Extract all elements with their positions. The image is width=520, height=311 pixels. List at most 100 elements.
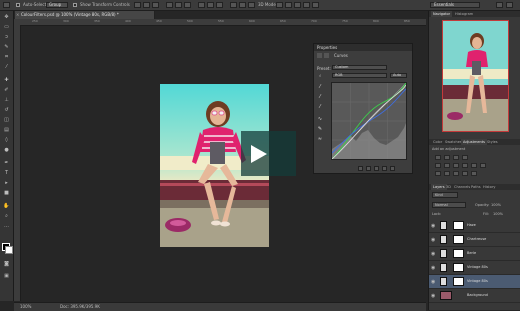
eyedropper-black-icon[interactable]: ⁄ (317, 84, 323, 90)
visibility-icon[interactable] (382, 166, 387, 171)
layer-row[interactable]: ◉ Haze (429, 219, 520, 233)
layer-filter-dropdown[interactable]: Kind (432, 192, 458, 198)
auto-button[interactable]: Auto (390, 73, 407, 78)
auto-align-icon[interactable] (248, 2, 255, 8)
3d-slide-icon[interactable] (303, 2, 310, 8)
search-icon[interactable] (496, 2, 503, 8)
align-bottom-icon[interactable] (152, 2, 159, 8)
vibrance-icon[interactable] (435, 163, 441, 168)
healing-brush-tool-icon[interactable]: ✚ (3, 77, 10, 83)
channel-mixer-icon[interactable] (480, 163, 486, 168)
delete-icon[interactable] (390, 166, 395, 171)
3d-roll-icon[interactable] (285, 2, 292, 8)
auto-select-dropdown[interactable]: Group (46, 2, 68, 8)
marquee-tool-icon[interactable]: ▭ (3, 24, 10, 30)
layer-row[interactable]: ◉ Berle (429, 247, 520, 261)
quick-mask-icon[interactable]: ◙ (3, 261, 10, 267)
eye-icon[interactable]: ◉ (431, 223, 435, 229)
close-icon[interactable]: × (16, 11, 19, 19)
quick-select-tool-icon[interactable]: ✎ (3, 44, 10, 50)
eyedropper-gray-icon[interactable]: ⁄ (317, 94, 323, 100)
pen-tool-icon[interactable]: ✒ (3, 160, 10, 166)
eyedropper-tool-icon[interactable]: ⁄ (3, 64, 10, 70)
navigator-thumbnail[interactable] (442, 20, 509, 132)
align-middle-icon[interactable] (143, 2, 150, 8)
play-icon[interactable] (251, 145, 267, 163)
pencil-icon[interactable]: ✎ (317, 126, 323, 132)
hand-tool-icon[interactable]: ✋ (3, 203, 10, 209)
tab-styles[interactable]: Styles (485, 139, 500, 145)
shape-tool-icon[interactable]: ■ (3, 190, 10, 196)
invert-icon[interactable] (435, 171, 441, 176)
crop-tool-icon[interactable]: ⌗ (3, 54, 10, 60)
reset-icon[interactable] (374, 166, 379, 171)
type-tool-icon[interactable]: T (3, 170, 10, 176)
distribute-bottom-icon[interactable] (216, 2, 223, 8)
zoom-tool-icon[interactable]: ⌕ (3, 213, 10, 219)
layer-row[interactable]: ◉ Vintage 80s (429, 275, 520, 289)
eye-icon[interactable]: ◉ (431, 279, 435, 285)
lasso-tool-icon[interactable]: ↄ (3, 34, 10, 40)
hue-saturation-icon[interactable] (444, 163, 450, 168)
3d-rotate-icon[interactable] (276, 2, 283, 8)
video-play-overlay[interactable] (241, 131, 296, 176)
eraser-tool-icon[interactable]: ◫ (3, 117, 10, 123)
selective-color-icon[interactable] (471, 171, 477, 176)
layer-row[interactable]: ◉ Background (429, 289, 520, 303)
3d-pan-icon[interactable] (294, 2, 301, 8)
levels-icon[interactable] (444, 155, 450, 160)
path-select-tool-icon[interactable]: ▸ (3, 180, 10, 186)
hand-adjust-icon[interactable]: ☝ (317, 73, 323, 79)
dodge-tool-icon[interactable]: ● (3, 147, 10, 153)
align-left-icon[interactable] (166, 2, 173, 8)
fill-value[interactable]: 100% (493, 212, 503, 216)
blend-mode-dropdown[interactable]: Normal (432, 202, 466, 208)
photo-filter-icon[interactable] (471, 163, 477, 168)
view-previous-icon[interactable] (366, 166, 371, 171)
clip-to-layer-icon[interactable] (358, 166, 363, 171)
brush-tool-icon[interactable]: ✐ (3, 87, 10, 93)
panel-toggle-icon[interactable] (506, 2, 513, 8)
distribute-middle-icon[interactable] (207, 2, 214, 8)
preset-dropdown[interactable]: Custom (332, 65, 387, 70)
3d-scale-icon[interactable] (312, 2, 319, 8)
eye-icon[interactable]: ◉ (431, 251, 435, 257)
gradient-tool-icon[interactable]: ▤ (3, 127, 10, 133)
eye-icon[interactable]: ◉ (431, 237, 435, 243)
align-top-icon[interactable] (134, 2, 141, 8)
eye-icon[interactable]: ◉ (431, 265, 435, 271)
exposure-icon[interactable] (462, 155, 468, 160)
layer-row[interactable]: ◉ Chartreuse (429, 233, 520, 247)
align-center-icon[interactable] (175, 2, 182, 8)
threshold-icon[interactable] (453, 171, 459, 176)
brightness-contrast-icon[interactable] (435, 155, 441, 160)
curves-graph[interactable] (331, 82, 407, 160)
tab-history[interactable]: History (481, 184, 497, 190)
background-color-swatch[interactable] (5, 246, 13, 254)
auto-select-checkbox[interactable] (16, 3, 20, 7)
eyedropper-white-icon[interactable]: ⁄ (317, 104, 323, 110)
tab-histogram[interactable]: Histogram (453, 11, 475, 17)
distribute-left-icon[interactable] (230, 2, 237, 8)
more-tools-icon[interactable]: … (3, 223, 10, 229)
distribute-center-icon[interactable] (239, 2, 246, 8)
align-right-icon[interactable] (184, 2, 191, 8)
blur-tool-icon[interactable]: ◊ (3, 137, 10, 143)
curve-edit-icon[interactable]: ∿ (317, 116, 323, 122)
channel-dropdown[interactable]: RGB (332, 73, 387, 78)
show-transform-checkbox[interactable] (73, 3, 77, 7)
distribute-top-icon[interactable] (198, 2, 205, 8)
black-white-icon[interactable] (462, 163, 468, 168)
clone-stamp-tool-icon[interactable]: ⊥ (3, 97, 10, 103)
history-brush-tool-icon[interactable]: ↺ (3, 107, 10, 113)
move-tool-icon[interactable]: ✥ (3, 14, 10, 20)
tab-adjustments[interactable]: Adjustments (461, 139, 487, 145)
move-tool-icon[interactable] (3, 2, 10, 8)
workspace-switcher[interactable]: Essentials (430, 2, 480, 8)
gradient-map-icon[interactable] (462, 171, 468, 176)
curves-icon[interactable] (453, 155, 459, 160)
opacity-value[interactable]: 100% (491, 203, 501, 207)
color-balance-icon[interactable] (453, 163, 459, 168)
tab-navigator[interactable]: Navigator (431, 11, 453, 17)
screen-mode-icon[interactable]: ▣ (3, 273, 10, 279)
